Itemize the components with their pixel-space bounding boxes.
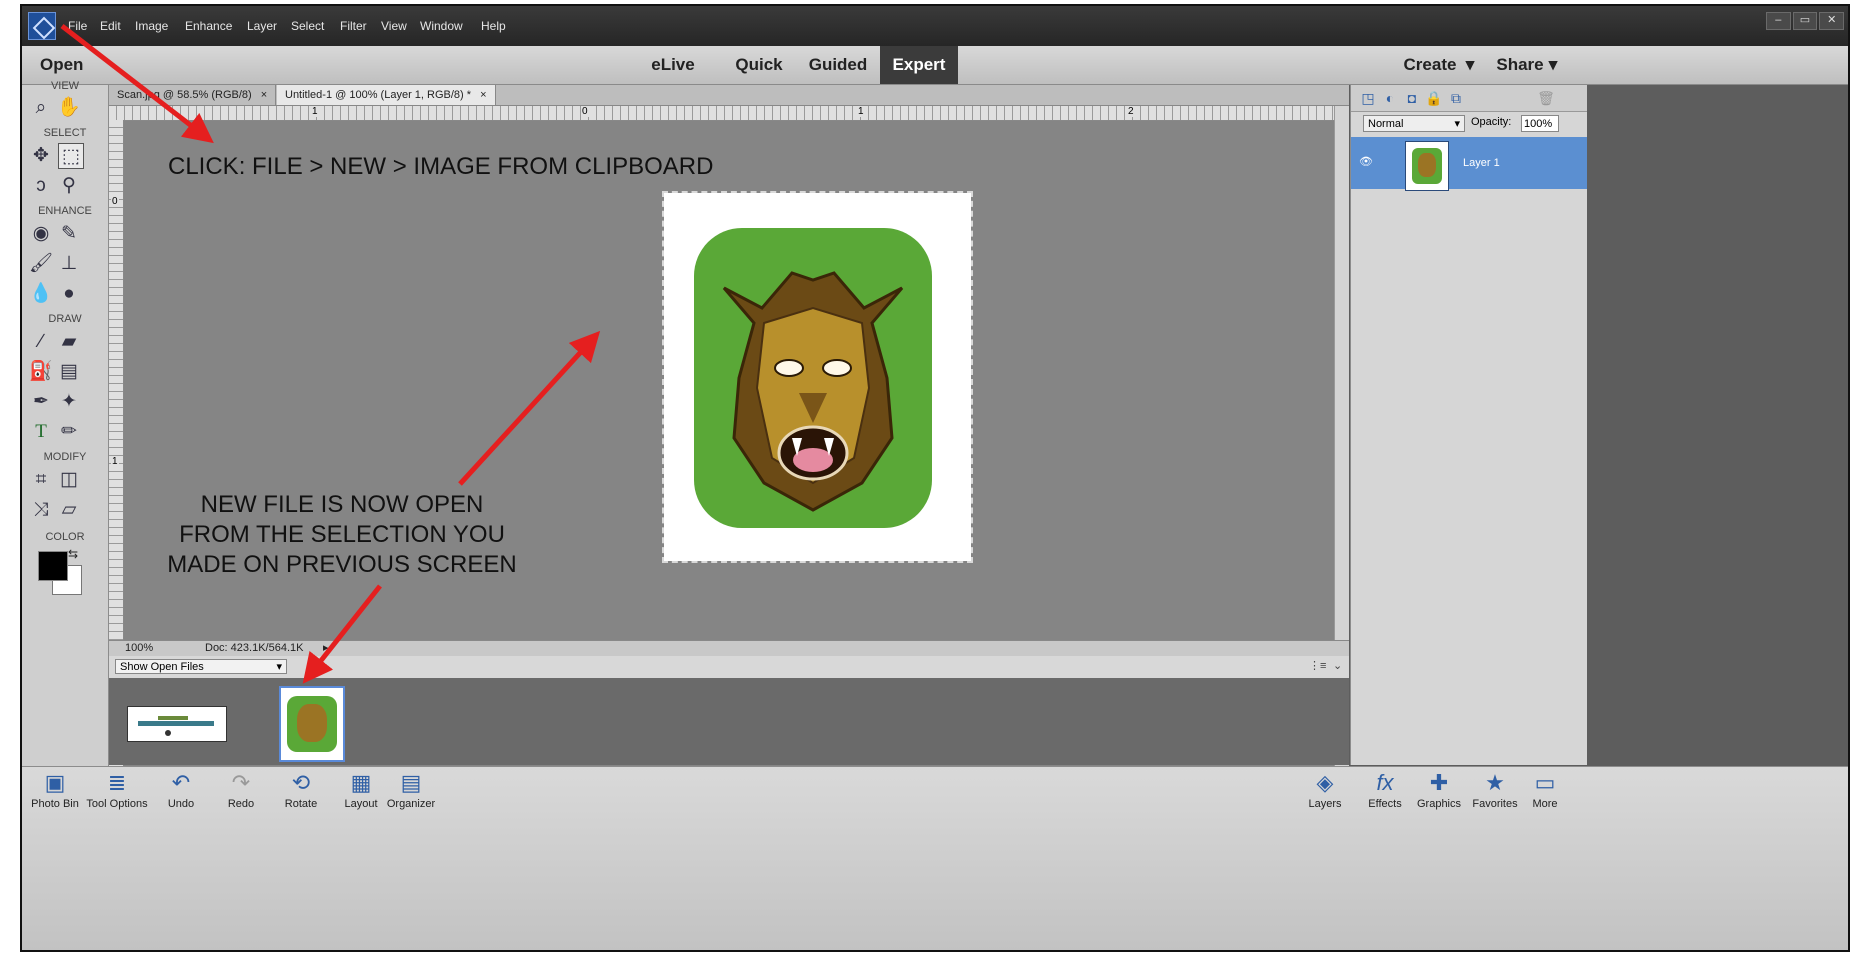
arrow-to-file-menu (60, 24, 214, 144)
annotation-arrows (60, 24, 601, 684)
app-window: File Edit Image Enhance Layer Select Fil… (20, 4, 1850, 952)
arrow-to-thumbnail (302, 584, 382, 684)
arrow-to-new-image (458, 330, 601, 486)
